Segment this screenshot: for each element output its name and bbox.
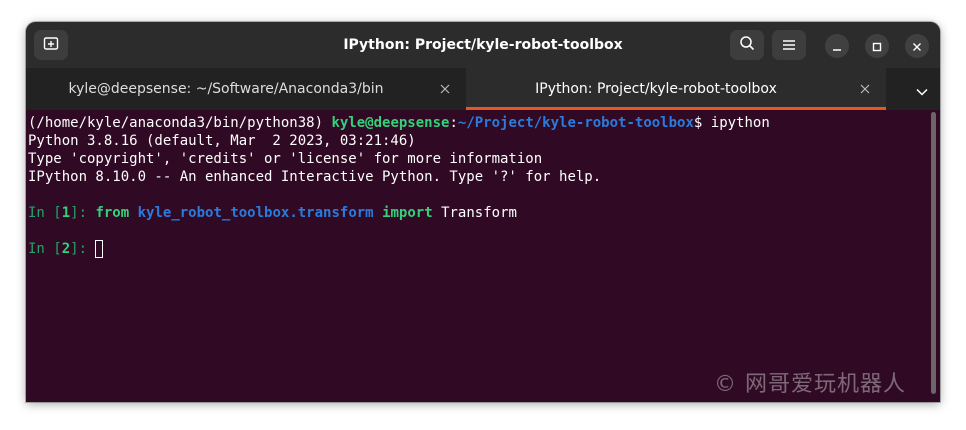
python-version-line: Python 3.8.16 (default, Mar 2 2023, 03:2…	[28, 133, 416, 149]
tab-list-dropdown[interactable]	[914, 82, 930, 98]
input-cell-1: In [1]: from kyle_robot_toolbox.transfor…	[28, 204, 517, 222]
input-cell-2[interactable]: In [2]:	[28, 240, 104, 258]
titlebar: IPython: Project/kyle-robot-toolbox	[26, 22, 940, 68]
text-cursor	[95, 240, 104, 258]
minimize-icon	[832, 37, 842, 56]
tab-ipython-project[interactable]: IPython: Project/kyle-robot-toolbox	[466, 68, 886, 110]
terminal-scrollbar[interactable]	[931, 112, 936, 394]
in-prompt-number: 1	[61, 205, 71, 221]
imported-name: Transform	[441, 205, 517, 221]
minimize-button[interactable]	[825, 34, 849, 58]
close-button[interactable]	[905, 34, 929, 58]
hamburger-menu-icon	[782, 36, 796, 55]
terminal-window: IPython: Project/kyle-robot-toolbox kyle…	[26, 22, 940, 402]
current-path: ~/Project/kyle-robot-toolbox	[457, 115, 694, 131]
in-prompt-prefix: In [	[28, 205, 62, 221]
copyright-info-line: Type 'copyright', 'credits' or 'license'…	[28, 151, 543, 167]
shell-command: $ ipython	[693, 115, 770, 131]
tab-label: kyle@deepsense: ~/Software/Anaconda3/bin	[68, 81, 384, 97]
terminal-output[interactable]: (/home/kyle/anaconda3/bin/python38) kyle…	[26, 110, 940, 402]
tab-close-icon[interactable]	[858, 82, 872, 96]
in-prompt-suffix: ]:	[70, 241, 96, 257]
close-icon	[912, 37, 922, 56]
watermark-text: © 网哥爱玩机器人	[714, 372, 906, 397]
ipython-banner-line: IPython 8.10.0 -- An enhanced Interactiv…	[28, 169, 602, 185]
chevron-down-icon	[916, 81, 928, 100]
tab-bar: kyle@deepsense: ~/Software/Anaconda3/bin…	[26, 68, 940, 110]
search-button[interactable]	[730, 30, 764, 60]
in-prompt-prefix: In [	[28, 241, 62, 257]
tab-close-icon[interactable]	[438, 82, 452, 96]
tab-label: IPython: Project/kyle-robot-toolbox	[535, 81, 777, 97]
conda-env: (/home/kyle/anaconda3/bin/python38)	[28, 115, 332, 131]
maximize-icon	[872, 37, 882, 56]
keyword-from: from	[95, 205, 130, 221]
in-prompt-number: 2	[61, 241, 71, 257]
module-name: kyle_robot_toolbox.transform	[137, 205, 374, 221]
in-prompt-suffix: ]:	[70, 205, 96, 221]
menu-button[interactable]	[772, 30, 806, 60]
maximize-button[interactable]	[865, 34, 889, 58]
tab-anaconda-bin[interactable]: kyle@deepsense: ~/Software/Anaconda3/bin	[26, 68, 466, 110]
keyword-import: import	[382, 205, 433, 221]
search-icon	[739, 35, 755, 55]
prompt-colon: :	[449, 115, 458, 131]
shell-prompt-line: (/home/kyle/anaconda3/bin/python38) kyle…	[28, 114, 770, 132]
user-host: kyle@deepsense	[331, 115, 450, 131]
